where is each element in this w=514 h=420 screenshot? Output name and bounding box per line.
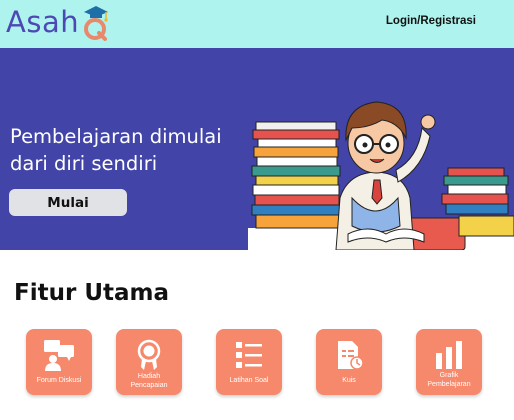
award-icon (137, 339, 161, 370)
feature-grafik-pembelajaran[interactable]: Grafik Pembelajaran (416, 329, 482, 395)
features-title: Fitur Utama (14, 280, 169, 306)
feature-label: Kuis (342, 377, 356, 384)
forum-icon (44, 340, 74, 371)
feature-latihan-soal[interactable]: Latihan Soal (216, 329, 282, 395)
chart-icon (436, 341, 462, 369)
hero-title: Pembelajaran dimulai dari diri sendiri (10, 125, 222, 175)
feature-hadiah-pencapaian[interactable]: Hadiah Pencapaian (116, 329, 182, 395)
feature-label: Forum Diskusi (36, 377, 82, 384)
list-icon (236, 342, 262, 368)
feature-label: Grafik Pembelajaran (427, 372, 471, 388)
hero-banner: Pembelajaran dimulai dari diri sendiri M… (0, 48, 514, 250)
feature-forum-diskusi[interactable]: Forum Diskusi (26, 329, 92, 395)
feature-kuis[interactable]: Kuis (316, 329, 382, 395)
logo-q-mortarboard-icon (78, 2, 112, 42)
top-navbar: Asah Login/Registrasi (0, 0, 514, 48)
student-with-books-illustration (248, 101, 514, 250)
login-register-link[interactable]: Login/Registrasi (386, 15, 476, 27)
quiz-icon (338, 341, 364, 370)
feature-label: Hadiah Pencapaian (130, 373, 168, 389)
logo-wordmark: Asah (6, 5, 80, 39)
asahq-logo[interactable]: Asah (6, 2, 112, 42)
feature-label: Latihan Soal (229, 377, 269, 384)
landing-page: Asah Login/Registrasi Pembelajaran dimul… (0, 0, 514, 420)
start-button[interactable]: Mulai (9, 189, 127, 216)
